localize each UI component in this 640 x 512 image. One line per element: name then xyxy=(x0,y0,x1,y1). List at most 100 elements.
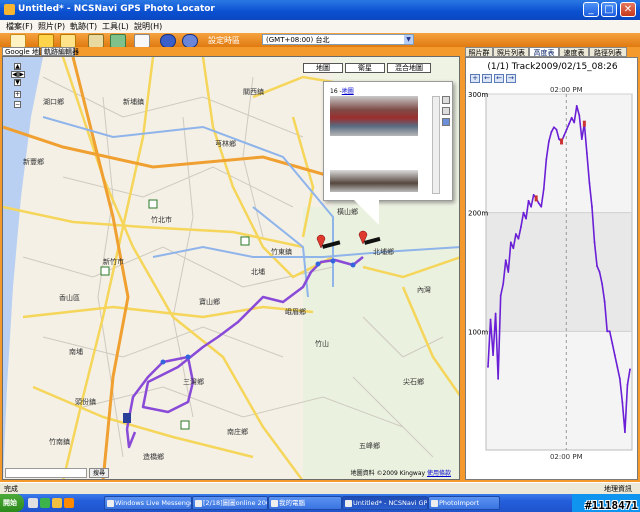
place-label: 竹南鎮 xyxy=(49,438,70,446)
altitude-point xyxy=(542,188,545,190)
task-label: Untitled* - NCSNavi GPS... xyxy=(353,499,428,507)
task-label: Windows Live Messenger xyxy=(115,499,192,507)
place-label: 竹東鎮 xyxy=(271,248,292,256)
save-icon[interactable] xyxy=(60,34,76,48)
popup-scrollbar[interactable] xyxy=(432,96,440,194)
task-photoimport[interactable]: PhotoImport xyxy=(428,496,500,510)
altitude-point xyxy=(547,140,550,143)
altitude-point xyxy=(517,237,520,240)
minimize-button[interactable]: _ xyxy=(583,2,599,17)
task-messenger[interactable]: Windows Live Messenger xyxy=(104,496,192,510)
sync-icon[interactable] xyxy=(182,34,198,48)
copyright-text: 地圖資料 ©2009 Kingway xyxy=(350,470,426,477)
street-view-icon[interactable] xyxy=(442,107,450,115)
folder-icon[interactable] xyxy=(52,498,62,508)
chevron-down-icon[interactable]: ▼ xyxy=(404,35,413,44)
menu-help[interactable]: 說明(H) xyxy=(134,21,162,32)
firefox-icon[interactable] xyxy=(64,498,74,508)
task-browser[interactable]: [2/18]圖圖online 2008T... xyxy=(192,496,268,510)
menu-tools[interactable]: 工具(L) xyxy=(102,21,129,32)
place-label: 尖石鄉 xyxy=(403,378,424,386)
tab-route-list[interactable]: 路徑列表 xyxy=(589,47,627,57)
photo-number: 16 - xyxy=(330,88,342,95)
timezone-label: 設定時區 xyxy=(208,36,240,45)
popup-map-link[interactable]: 地圖 xyxy=(342,88,354,95)
tab-altitude[interactable]: 高度表 xyxy=(529,47,559,57)
altitude-point xyxy=(601,282,604,285)
new-icon[interactable] xyxy=(10,34,26,48)
gps-device-icon[interactable] xyxy=(134,34,150,48)
pan-down-icon[interactable]: ▼ xyxy=(14,79,21,86)
timezone-select[interactable]: (GMT+08:00) 台北 ▼ xyxy=(262,34,414,45)
menu-file[interactable]: 檔案(F) xyxy=(6,21,33,32)
desktop-icon[interactable] xyxy=(28,498,38,508)
tab-track-editor[interactable]: 軌跡編輯器 xyxy=(41,47,79,56)
zoom-out-icon[interactable]: − xyxy=(14,101,21,108)
altitude-point xyxy=(492,354,494,356)
place-label: 新竹市 xyxy=(103,258,124,266)
start-button[interactable]: 開始 xyxy=(0,494,24,512)
photo-thumbnail[interactable] xyxy=(330,170,418,192)
map-icon[interactable] xyxy=(110,34,126,48)
pan-right-icon[interactable]: ▶ xyxy=(18,71,25,78)
place-label: 南庄鄉 xyxy=(227,428,248,436)
altitude-point xyxy=(527,199,530,202)
search-button[interactable]: 搜尋 xyxy=(89,468,109,478)
zoom-in-icon[interactable]: + xyxy=(470,74,480,83)
altitude-point xyxy=(588,182,591,184)
altitude-point xyxy=(553,126,555,129)
altitude-point xyxy=(555,128,558,131)
tab-speed[interactable]: 速度表 xyxy=(559,47,589,57)
arrow-right-icon[interactable]: → xyxy=(506,74,516,83)
zoom-in-icon[interactable]: + xyxy=(14,91,21,98)
pan-left-icon[interactable]: ◀ xyxy=(11,71,18,78)
watermark: #1118471 xyxy=(585,499,638,512)
map-view[interactable]: 竹南鎮 南埔 造橋鄉 頭份鎮 北埔鄉 峨眉鄉 寶山鄉 竹東鎮 橫山鄉 芎林鄉 新… xyxy=(2,56,460,480)
place-label: 造橋鄉 xyxy=(143,453,164,461)
altitude-point xyxy=(502,282,505,285)
altitude-point xyxy=(603,300,606,303)
messenger-icon[interactable] xyxy=(40,498,50,508)
map-type-map-button[interactable]: 地圖 xyxy=(303,63,343,73)
altitude-point xyxy=(616,366,619,368)
altitude-point xyxy=(550,131,553,133)
photo-thumbnail[interactable] xyxy=(330,96,418,136)
task-ncsnavi[interactable]: Untitled* - NCSNavi GPS... xyxy=(342,496,428,510)
arrow-left-icon[interactable]: ← xyxy=(482,74,492,83)
task-my-computer[interactable]: 我的電腦 xyxy=(268,496,342,510)
toolbar: 設定時區 (GMT+08:00) 台北 ▼ xyxy=(0,33,640,48)
menu-bar: 檔案(F) 照片(P) 軌跡(T) 工具(L) 說明(H) xyxy=(0,20,640,34)
y-tick-label: 200m xyxy=(468,210,488,218)
altitude-point xyxy=(575,104,578,107)
altitude-point xyxy=(573,121,576,124)
open-folder-icon[interactable] xyxy=(38,34,54,48)
menu-track[interactable]: 軌跡(T) xyxy=(70,21,97,32)
status-text: 完成 xyxy=(4,485,18,493)
pan-up-icon[interactable]: ▲ xyxy=(14,63,21,70)
maximize-button[interactable]: □ xyxy=(601,2,617,17)
altitude-point xyxy=(563,134,565,137)
altitude-point xyxy=(499,294,502,297)
place-label: 香山區 xyxy=(59,294,80,302)
altitude-point xyxy=(487,366,489,368)
altitude-point xyxy=(598,271,601,273)
pin-icon[interactable] xyxy=(442,118,450,126)
close-icon[interactable] xyxy=(442,96,450,104)
tab-photo-list[interactable]: 照片列表 xyxy=(493,47,529,57)
app-icon xyxy=(4,4,15,15)
menu-photo[interactable]: 照片(P) xyxy=(38,21,65,32)
terms-link[interactable]: 使用條款 xyxy=(427,470,451,477)
altitude-point xyxy=(494,312,497,315)
close-button[interactable]: ✕ xyxy=(620,2,636,17)
add-photo-icon[interactable] xyxy=(88,34,104,48)
globe-icon[interactable] xyxy=(160,34,176,48)
title-bar: Untitled* - NCSNavi GPS Photo Locator _ … xyxy=(0,0,640,20)
search-input[interactable] xyxy=(5,468,87,478)
arrow-back-icon[interactable]: ← xyxy=(494,74,504,83)
folder-icon xyxy=(431,500,438,507)
altitude-point xyxy=(507,271,510,273)
tab-google-map[interactable]: Google 地圖 xyxy=(2,47,46,56)
map-type-satellite-button[interactable]: 衛星 xyxy=(345,63,385,73)
map-type-hybrid-button[interactable]: 混合地圖 xyxy=(387,63,431,73)
tab-photo-group[interactable]: 照片群 xyxy=(465,47,493,57)
